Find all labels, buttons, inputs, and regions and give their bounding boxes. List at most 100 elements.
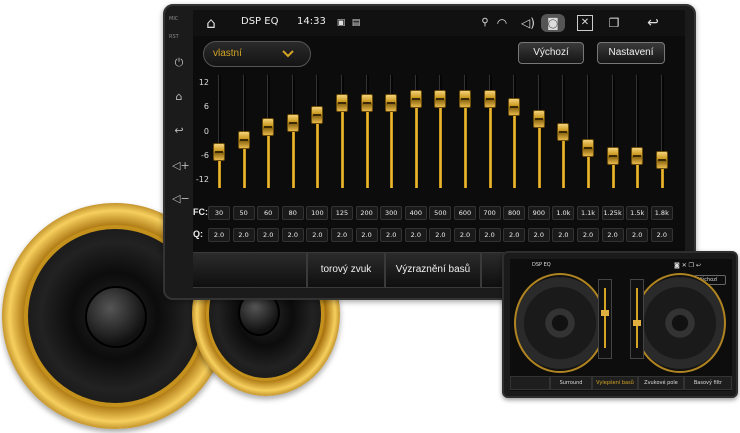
eq-slider-knob[interactable] <box>557 122 570 141</box>
back-icon[interactable]: ↩ <box>643 14 663 32</box>
q-value-cell[interactable]: 2.0 <box>601 228 624 242</box>
q-value-cell[interactable]: 2.0 <box>208 228 230 242</box>
app-title: DSP EQ <box>241 16 279 27</box>
eq-slider-knob[interactable] <box>237 130 250 149</box>
home-icon[interactable]: ⌂ <box>201 14 221 32</box>
fc-value-cell[interactable]: 1.8k <box>650 206 673 220</box>
q-value-cell[interactable]: 2.0 <box>380 228 403 242</box>
eq-slider-fill <box>537 119 541 188</box>
tablet-tab-sound-field[interactable]: Zvukové pole <box>638 376 684 390</box>
q-value-cell[interactable]: 2.0 <box>429 228 452 242</box>
eq-slider-knob[interactable] <box>336 94 348 113</box>
volume-down-icon[interactable]: ◁− <box>172 192 190 206</box>
eq-slider-knob[interactable] <box>508 98 521 117</box>
tablet-left-speaker-graphic <box>514 273 606 373</box>
q-value-cell[interactable]: 2.0 <box>281 228 304 242</box>
gain-tick-label: -6 <box>201 150 209 160</box>
volume-up-icon[interactable]: ◁+ <box>172 159 190 173</box>
q-value-cell[interactable]: 2.0 <box>527 228 550 242</box>
chevron-down-icon <box>282 50 294 58</box>
eq-slider-knob[interactable] <box>631 146 644 165</box>
eq-slider-knob[interactable] <box>213 142 225 161</box>
eq-slider-knob[interactable] <box>385 94 398 113</box>
eq-slider-knob[interactable] <box>311 106 324 125</box>
recent-apps-icon[interactable]: ❐ <box>605 14 623 32</box>
fc-value-cell[interactable]: 125 <box>331 206 353 220</box>
q-value-cell[interactable]: 2.0 <box>577 228 599 242</box>
tab-bass-boost[interactable]: Výzraznění basů <box>385 252 481 288</box>
tablet-slider-right[interactable] <box>630 279 644 359</box>
volume-icon[interactable]: ◁) <box>520 14 536 32</box>
fc-value-cell[interactable]: 500 <box>429 206 452 220</box>
fc-value-cell[interactable]: 1.1k <box>577 206 599 220</box>
q-value-cell[interactable]: 2.0 <box>454 228 476 242</box>
close-app-icon[interactable]: ✕ <box>577 15 593 31</box>
home-icon[interactable]: ⌂ <box>172 90 186 104</box>
eq-slider-knob[interactable] <box>286 114 299 133</box>
settings-button[interactable]: Nastavení <box>597 42 665 64</box>
gain-tick-label: 12 <box>198 78 209 87</box>
fc-value-cell[interactable]: 1.25k <box>601 206 624 220</box>
eq-slider-knob[interactable] <box>459 90 471 109</box>
q-value-cell[interactable]: 2.0 <box>478 228 501 242</box>
power-icon[interactable]: ⏻ <box>172 56 186 70</box>
q-value-cell[interactable]: 2.0 <box>626 228 649 242</box>
fc-value-cell[interactable]: 1.5k <box>626 206 649 220</box>
clock: 14:33 <box>297 16 326 27</box>
q-value-cell[interactable]: 2.0 <box>355 228 378 242</box>
eq-slider-knob[interactable] <box>655 150 668 169</box>
camera-icon[interactable]: ◙ <box>541 14 565 32</box>
tablet-screen: DSP EQ ◙ ✕ ❐ ↩ Výchozí Surround Vylepšen… <box>510 259 732 391</box>
eq-slider-knob[interactable] <box>606 146 619 165</box>
tablet-tab-surround[interactable]: Surround <box>550 376 592 390</box>
tablet-tab-blank[interactable] <box>510 376 550 390</box>
tablet-tab-bass-filter[interactable]: Basový filtr <box>684 376 732 390</box>
fc-value-cell[interactable]: 200 <box>355 206 378 220</box>
gain-tick-label: -12 <box>195 175 209 184</box>
fc-value-cell[interactable]: 600 <box>454 206 476 220</box>
fc-label: FC: <box>193 207 208 217</box>
eq-slider-knob[interactable] <box>360 94 373 113</box>
fc-value-cell[interactable]: 900 <box>527 206 550 220</box>
eq-slider-fill <box>341 103 344 188</box>
fc-value-cell[interactable]: 700 <box>478 206 501 220</box>
eq-slider-fill <box>316 115 320 188</box>
fc-value-cell[interactable]: 400 <box>404 206 427 220</box>
tablet-title: DSP EQ <box>532 262 551 268</box>
q-value-cell[interactable]: 2.0 <box>232 228 255 242</box>
eq-slider-knob[interactable] <box>409 90 422 109</box>
preset-dropdown[interactable]: vlastní <box>203 41 311 67</box>
q-value-cell[interactable]: 2.0 <box>306 228 329 242</box>
eq-slider-knob[interactable] <box>483 90 496 109</box>
tablet-tab-bass-boost[interactable]: Vylepšení basů <box>592 376 638 390</box>
tab-surround[interactable]: torový zvuk <box>307 252 385 288</box>
q-value-cell[interactable]: 2.0 <box>552 228 575 242</box>
fc-value-cell[interactable]: 80 <box>281 206 304 220</box>
q-value-cell[interactable]: 2.0 <box>257 228 280 242</box>
default-button[interactable]: Výchozí <box>518 42 584 64</box>
back-icon[interactable]: ↩ <box>172 124 186 138</box>
eq-slider-knob[interactable] <box>434 90 447 109</box>
fc-value-cell[interactable]: 60 <box>257 206 280 220</box>
eq-slider-knob[interactable] <box>262 118 275 137</box>
eq-slider-knob[interactable] <box>582 138 594 157</box>
eq-slider-fill <box>291 123 295 188</box>
gain-tick-label: 0 <box>203 126 209 136</box>
fc-value-cell[interactable]: 800 <box>503 206 526 220</box>
fc-value-cell[interactable]: 100 <box>306 206 329 220</box>
fc-value-cell[interactable]: 1.0k <box>552 206 575 220</box>
fc-value-cell[interactable]: 30 <box>208 206 230 220</box>
q-value-cell[interactable]: 2.0 <box>650 228 673 242</box>
fc-value-cell[interactable]: 300 <box>380 206 403 220</box>
q-value-cell[interactable]: 2.0 <box>404 228 427 242</box>
eq-slider-knob[interactable] <box>532 110 545 129</box>
q-label: Q: <box>193 229 203 239</box>
large-speaker-dustcap <box>85 286 147 348</box>
eq-slider-fill <box>488 99 492 188</box>
eq-slider-fill <box>267 127 271 188</box>
tablet-slider-left[interactable] <box>598 279 612 359</box>
tab-blank[interactable] <box>193 252 307 288</box>
q-value-cell[interactable]: 2.0 <box>503 228 526 242</box>
q-value-cell[interactable]: 2.0 <box>331 228 353 242</box>
fc-value-cell[interactable]: 50 <box>232 206 255 220</box>
